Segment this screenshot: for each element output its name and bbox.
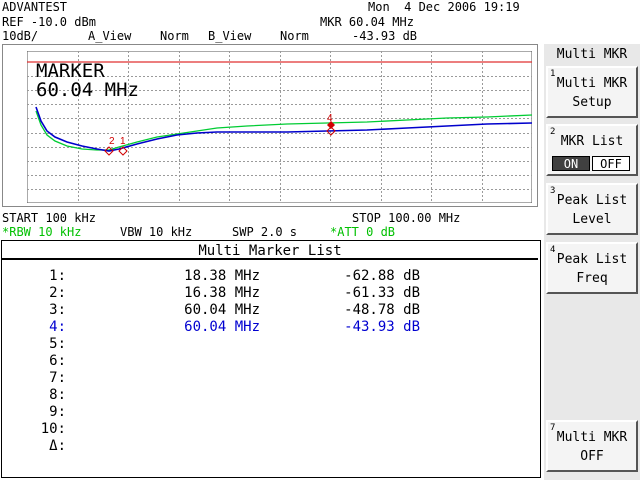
multi-marker-list-title: Multi Marker List — [2, 242, 538, 260]
marker-row-2[interactable]: 2: 16.38 MHz -61.33 dB — [0, 285, 540, 302]
brand-label: ADVANTEST — [2, 0, 68, 14]
marker-row-9[interactable]: 9: — [0, 404, 540, 421]
marker-number: 2: — [49, 285, 66, 301]
softkey-sublabel: Setup — [572, 95, 612, 110]
mkr-list-off-toggle[interactable]: OFF — [592, 156, 630, 171]
marker-number: 7: — [49, 370, 66, 386]
softkey-label: Peak List — [556, 193, 628, 208]
mkr-list-softkey[interactable]: 2 MKR List ON OFF — [546, 124, 638, 176]
marker-level: -62.88 dB — [344, 268, 420, 284]
b-view-mode: Norm — [280, 29, 309, 43]
start-frequency: START 100 kHz — [2, 211, 96, 225]
marker-number: 4: — [49, 319, 66, 335]
multi-mkr-off-softkey[interactable]: 7 Multi MKR OFF — [546, 420, 638, 472]
softkey-label: Multi MKR — [556, 76, 628, 91]
mkr-list-on-toggle[interactable]: ON — [552, 156, 590, 171]
marker-frequency: 60.04 MHz — [184, 302, 260, 318]
stop-frequency: STOP 100.00 MHz — [352, 211, 461, 225]
marker-level-readout: -43.93 dB — [352, 29, 418, 43]
marker-row-4[interactable]: 4: 60.04 MHz -43.93 dB — [0, 319, 540, 336]
marker-level: -61.33 dB — [344, 285, 420, 301]
softkey-label: MKR List — [560, 134, 624, 149]
marker-frequency-readout: MKR 60.04 MHz — [320, 15, 414, 29]
marker-row-6[interactable]: 6: — [0, 353, 540, 370]
marker-frequency: 18.38 MHz — [184, 268, 260, 284]
marker-level: -43.93 dB — [344, 319, 420, 335]
a-view-label: A_View — [88, 29, 132, 43]
ref-level: REF -10.0 dBm — [2, 15, 96, 29]
marker-row-10[interactable]: 10: — [0, 421, 540, 438]
marker-number: Δ: — [49, 438, 66, 454]
peak-list-level-softkey[interactable]: 3 Peak List Level — [546, 183, 638, 235]
marker-frequency: 16.38 MHz — [184, 285, 260, 301]
marker-number: 6: — [49, 353, 66, 369]
attenuation-label: *ATT 0 dB — [330, 225, 396, 239]
marker-row-delta[interactable]: Δ: — [0, 438, 540, 455]
softkey-menu-title: Multi MKR — [556, 47, 628, 62]
date-time: Mon 4 Dec 2006 19:19 — [368, 0, 520, 14]
peak-list-freq-softkey[interactable]: 4 Peak List Freq — [546, 242, 638, 294]
softkey-label: Multi MKR — [556, 430, 628, 445]
a-view-mode: Norm — [160, 29, 189, 43]
marker-2-tag: 2 — [109, 136, 115, 147]
marker-number: 1: — [49, 268, 66, 284]
marker-number: 5: — [49, 336, 66, 352]
marker-frequency: 60.04 MHz — [184, 319, 260, 335]
marker-row-3[interactable]: 3: 60.04 MHz -48.78 dB — [0, 302, 540, 319]
marker-number: 9: — [49, 404, 66, 420]
vbw-label: VBW 10 kHz — [120, 225, 193, 239]
softkey-label: Peak List — [556, 252, 628, 267]
marker-level: -48.78 dB — [344, 302, 420, 318]
marker-number: 8: — [49, 387, 66, 403]
marker-row-8[interactable]: 8: — [0, 387, 540, 404]
marker-row-7[interactable]: 7: — [0, 370, 540, 387]
softkey-sublabel: Freq — [576, 271, 608, 286]
b-view-label: B_View — [208, 29, 252, 43]
marker-number: 3: — [49, 302, 66, 318]
scale-label: 10dB/ — [2, 29, 39, 43]
multi-mkr-setup-softkey[interactable]: 1 Multi MKR Setup — [546, 66, 638, 118]
marker-4-tag: 4 — [327, 113, 333, 124]
marker-row-5[interactable]: 5: — [0, 336, 540, 353]
softkey-sublabel: Level — [572, 212, 612, 227]
sweep-time: SWP 2.0 s — [232, 225, 298, 239]
softkey-sublabel: OFF — [580, 449, 604, 464]
marker-number: 10: — [40, 421, 66, 437]
marker-row-1[interactable]: 1: 18.38 MHz -62.88 dB — [0, 268, 540, 285]
marker-value: 60.04 MHz — [36, 79, 139, 101]
marker-1-tag: 1 — [120, 136, 126, 147]
rbw-label: *RBW 10 kHz — [2, 225, 82, 239]
